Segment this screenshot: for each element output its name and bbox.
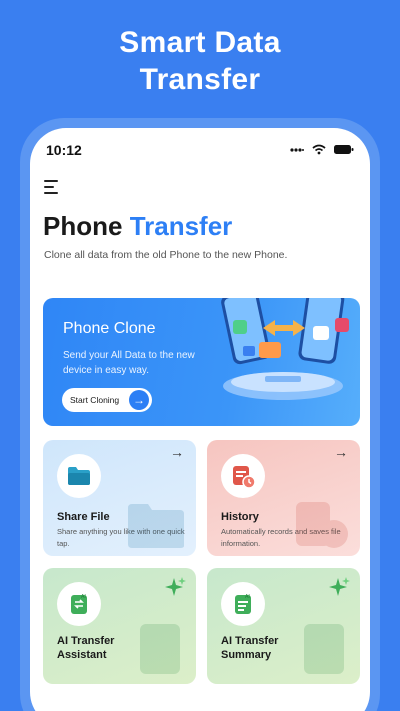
ai-watermark-icon	[304, 624, 344, 674]
ai-transfer-summary-title: AI Transfer Summary	[221, 634, 278, 662]
status-time: 10:12	[46, 142, 82, 158]
svg-text:AI: AI	[81, 594, 86, 600]
ai-watermark-icon	[140, 624, 180, 674]
arrow-right-icon: →	[334, 444, 348, 460]
folder-watermark-icon	[128, 504, 184, 548]
history-icon	[221, 454, 265, 498]
sparkle-icon	[329, 577, 350, 596]
menu-icon[interactable]	[44, 180, 62, 196]
phone-clone-title: Phone Clone	[63, 320, 156, 337]
share-file-title: Share File	[57, 511, 110, 523]
ai-transfer-assistant-tile[interactable]: AI AI Transfer Assistant	[43, 568, 196, 684]
folder-icon	[57, 454, 101, 498]
start-cloning-label: Start Cloning	[70, 395, 120, 405]
status-icons	[290, 144, 354, 155]
promo-headline-line1: Smart Data	[119, 26, 281, 59]
share-file-tile[interactable]: → Share File Share anything you like wit…	[43, 440, 196, 556]
ai-transfer-summary-tile[interactable]: AI AI Transfer Summary	[207, 568, 360, 684]
arrow-right-icon: →	[129, 390, 149, 410]
svg-text:AI: AI	[245, 594, 250, 600]
ai-transfer-summary-title-line2: Summary	[221, 649, 272, 661]
ai-assistant-icon: AI	[57, 582, 101, 626]
phone-clone-illustration	[221, 298, 349, 400]
phone-screen: 10:12 Phone Transfer Clone all data from…	[30, 128, 370, 711]
wifi-icon	[312, 144, 326, 155]
sparkle-icon	[165, 577, 186, 596]
page-title: Phone Transfer	[43, 211, 232, 242]
page-title-word2: Transfer	[129, 211, 233, 241]
ai-transfer-summary-title-line1: AI Transfer	[221, 635, 279, 647]
page-subtitle: Clone all data from the old Phone to the…	[44, 249, 288, 261]
history-title: History	[221, 511, 259, 523]
battery-icon	[334, 145, 354, 154]
phone-clone-description: Send your All Data to the new device in …	[63, 350, 195, 376]
promo-headline-line2: Transfer	[139, 63, 261, 96]
ai-transfer-assistant-title: AI Transfer Assistant	[57, 634, 114, 662]
ai-transfer-assistant-title-line2: Assistant	[57, 649, 107, 661]
arrow-right-icon: →	[170, 444, 184, 460]
ai-transfer-assistant-title-line1: AI Transfer	[57, 635, 115, 647]
status-bar: 10:12	[30, 142, 370, 162]
history-tile[interactable]: → History Automatically records and save…	[207, 440, 360, 556]
history-watermark-icon	[296, 502, 348, 548]
start-cloning-button[interactable]: Start Cloning →	[62, 388, 152, 412]
page-title-word1: Phone	[43, 211, 123, 241]
phone-clone-card[interactable]: Phone Clone Send your All Data to the ne…	[43, 298, 360, 426]
ai-summary-icon: AI	[221, 582, 265, 626]
signal-icon	[290, 147, 304, 152]
promo-headline: Smart Data Transfer	[0, 24, 400, 98]
